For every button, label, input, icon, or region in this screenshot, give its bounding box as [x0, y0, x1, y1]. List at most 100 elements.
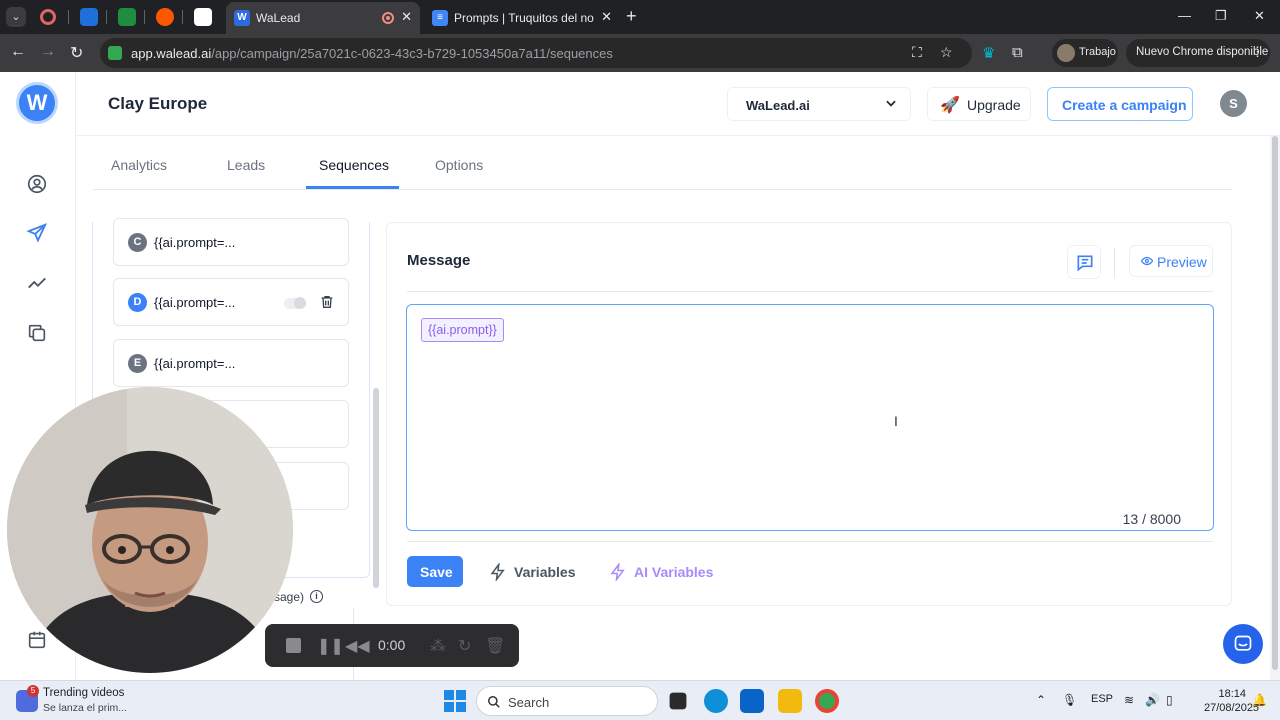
translate-icon[interactable]: ⛶ [912, 44, 922, 61]
url-text: app.walead.ai/app/campaign/25a7021c-0623… [131, 46, 613, 61]
notifications-bell-icon[interactable]: 🔔 [1252, 693, 1267, 707]
tray-chevron-up-icon[interactable]: ⌃ [1036, 693, 1046, 707]
tab-analytics[interactable]: Analytics [111, 157, 167, 173]
menu-dots-icon[interactable]: ⋮ [1251, 44, 1264, 60]
extensions-puzzle-icon[interactable]: ⧉ [1012, 44, 1023, 61]
pinned-tab-app-icon[interactable] [194, 8, 212, 26]
window-close-icon[interactable]: ✕ [1254, 8, 1265, 24]
browser-tab-bar: ⌄ W WaLead ✕ ≡ Prompts | Truquitos del n… [0, 0, 1280, 34]
page-scrollbar[interactable] [1270, 136, 1280, 680]
chat-icon [1234, 635, 1252, 651]
save-button[interactable]: Save [407, 556, 463, 587]
step-text: {{ai.prompt=... [154, 356, 236, 371]
edge-app-icon[interactable] [704, 689, 728, 713]
app-header: Clay Europe WaLead.ai 🚀 Upgrade Create a… [77, 72, 1280, 136]
steps-scrollbar[interactable] [373, 388, 379, 588]
tab-prompts[interactable]: ≡ Prompts | Truquitos del nombre ✕ [424, 2, 620, 34]
tab-options[interactable]: Options [435, 157, 483, 173]
step-letter-badge: C [128, 233, 147, 252]
rocket-icon: 🚀 [940, 97, 960, 114]
address-bar[interactable]: app.walead.ai/app/campaign/25a7021c-0623… [100, 38, 972, 68]
close-icon[interactable]: ✕ [401, 9, 412, 25]
taskbar-search[interactable]: Search [476, 686, 658, 716]
microphone-icon[interactable]: 🎙 [1062, 693, 1077, 707]
trash-icon[interactable] [319, 293, 335, 311]
outlook-app-icon[interactable] [740, 689, 764, 713]
news-title[interactable]: Trending videos [43, 687, 124, 699]
templates-copy-icon[interactable] [26, 322, 48, 344]
reload-icon[interactable]: ↻ [70, 43, 83, 63]
step-toggle[interactable] [284, 297, 306, 309]
language-indicator[interactable]: ESP [1091, 693, 1113, 705]
recording-time: 0:00 [378, 637, 406, 653]
lightning-icon [490, 563, 505, 581]
tab-search-icon[interactable]: ⌄ [6, 7, 26, 27]
calendar-icon[interactable] [26, 629, 48, 651]
campaigns-send-icon[interactable] [26, 222, 48, 244]
site-info-icon[interactable] [108, 46, 122, 60]
tab-leads[interactable]: Leads [227, 157, 265, 173]
message-textarea[interactable]: {{ai.prompt}} I 13 / 8000 [406, 304, 1214, 531]
minimize-icon[interactable]: — [1178, 8, 1191, 23]
windows-taskbar: 5 Trending videos Se lanza el prim... Se… [0, 680, 1280, 720]
restore-icon[interactable]: ❐ [1215, 8, 1227, 24]
create-campaign-button[interactable]: Create a campaign [1047, 87, 1193, 121]
bookmark-star-icon[interactable]: ☆ [940, 44, 953, 61]
step-card-d[interactable]: D {{ai.prompt=... [113, 278, 349, 326]
search-label: Search [508, 695, 550, 710]
pause-icon[interactable]: ❚❚ [317, 636, 344, 656]
tab-sequences[interactable]: Sequences [319, 157, 389, 173]
news-badge: 5 [27, 685, 39, 697]
recording-toolbar: ❚❚ ◀◀ 0:00 ⁂ ↻ 🗑 [265, 624, 519, 667]
close-icon[interactable]: ✕ [601, 9, 612, 25]
stop-recording-icon[interactable] [286, 638, 301, 653]
wifi-icon[interactable]: ≋ [1124, 693, 1134, 707]
profile-button[interactable]: Trabajo [1052, 39, 1118, 67]
step-card-e[interactable]: E {{ai.prompt=... [113, 339, 349, 387]
step-card-c[interactable]: C {{ai.prompt=... [113, 218, 349, 266]
browser-toolbar: ← → ↻ app.walead.ai/app/campaign/25a7021… [0, 34, 1280, 72]
terminal-app-icon[interactable] [669, 692, 687, 710]
extension-crown-icon[interactable]: ♛ [982, 44, 995, 62]
restart-icon[interactable]: ↻ [458, 636, 471, 656]
clock-date: 27/08/2025 [1204, 702, 1260, 714]
scrollbar-thumb[interactable] [1272, 136, 1278, 670]
battery-icon[interactable]: ▯ [1166, 693, 1173, 707]
preview-button[interactable]: Preview [1129, 245, 1213, 277]
grid-icon[interactable]: ⁂ [430, 636, 446, 656]
step-text: {{ai.prompt=... [154, 235, 236, 250]
support-chat-button[interactable] [1223, 624, 1263, 664]
windows-start-icon[interactable] [444, 690, 466, 712]
workspace-select[interactable]: WaLead.ai [727, 87, 911, 121]
forward-icon[interactable]: → [40, 43, 56, 61]
chrome-update-button[interactable]: Nuevo Chrome disponible ⋮ [1126, 39, 1270, 67]
system-clock[interactable]: 18:14 27/08/2025 [1204, 687, 1260, 715]
walead-logo[interactable]: W [16, 82, 58, 124]
upgrade-button[interactable]: 🚀 Upgrade [927, 87, 1031, 121]
chrome-app-icon[interactable] [815, 689, 839, 713]
volume-icon[interactable]: 🔊 [1145, 693, 1160, 707]
file-explorer-icon[interactable] [778, 689, 802, 713]
profile-icon[interactable] [26, 173, 48, 195]
pinned-tab-record-icon[interactable] [40, 9, 56, 25]
user-avatar[interactable]: S [1220, 90, 1247, 117]
pinned-tab-sheets-icon[interactable] [118, 8, 136, 26]
text-cursor-icon: I [894, 413, 898, 429]
pinned-tab-doc-icon[interactable] [80, 8, 98, 26]
discard-trash-icon[interactable]: 🗑 [485, 636, 505, 656]
rewind-icon[interactable]: ◀◀ [345, 636, 370, 656]
analytics-trend-icon[interactable] [26, 272, 48, 294]
step-letter-badge: E [128, 354, 147, 373]
pinned-tab-reddit-icon[interactable] [156, 8, 174, 26]
page-title: Clay Europe [108, 94, 208, 113]
message-options-button[interactable] [1067, 245, 1101, 279]
search-icon [488, 696, 500, 708]
tab-walead[interactable]: W WaLead ✕ [226, 2, 420, 34]
back-icon[interactable]: ← [10, 43, 26, 61]
info-icon[interactable]: i [310, 590, 323, 603]
webcam-overlay[interactable] [7, 387, 293, 673]
message-editor-card: Message Preview {{ai.prompt}} I 13 / 800… [386, 222, 1232, 606]
new-tab-icon[interactable]: + [626, 6, 637, 27]
ai-prompt-variable-chip[interactable]: {{ai.prompt}} [421, 318, 504, 342]
lightning-icon [610, 563, 625, 581]
